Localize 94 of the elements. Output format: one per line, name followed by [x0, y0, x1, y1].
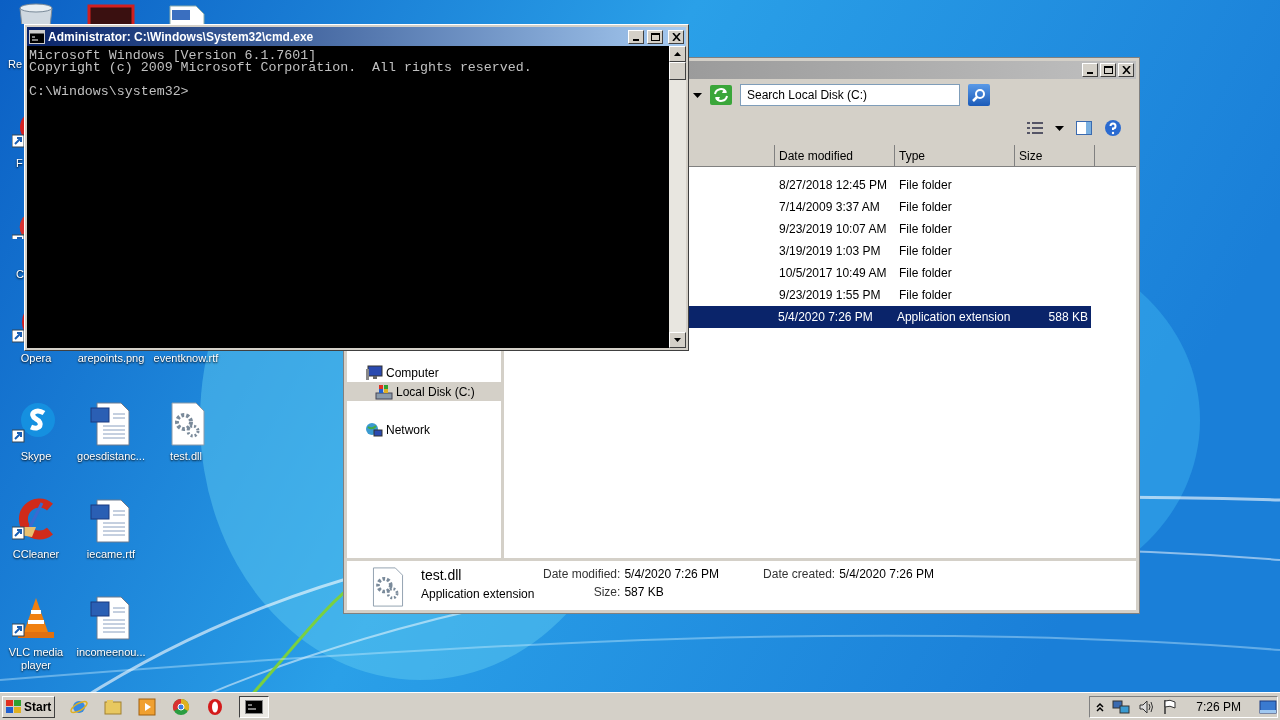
desktop-icon-label[interactable]: incomeenou... — [74, 646, 148, 659]
console-line: Copyright (c) 2009 Microsoft Corporation. All rights reserved. — [29, 62, 533, 74]
minimize-button[interactable] — [628, 29, 644, 44]
scroll-down-icon — [674, 338, 681, 342]
window-title: Administrator: C:\Windows\System32\cmd.exe — [48, 28, 315, 46]
network-icon — [365, 421, 383, 438]
console-icon — [29, 29, 45, 44]
close-icon — [1121, 66, 1131, 74]
maximize-button[interactable] — [1100, 63, 1116, 77]
desktop-icon-label[interactable]: goesdistanc... — [74, 450, 148, 463]
network-icon[interactable] — [1112, 698, 1131, 715]
nav-item-label: Computer — [386, 364, 439, 382]
search-button[interactable] — [968, 84, 990, 106]
file-row[interactable]: 7/14/2009 3:37 AM File folder — [687, 196, 1091, 218]
table-cell-text: 8/27/2018 12:45 PM — [778, 177, 889, 194]
maximize-button[interactable] — [647, 29, 663, 44]
desktop-icon-label[interactable]: C — [16, 268, 24, 281]
minimize-icon — [633, 38, 639, 41]
detail-value: 5/4/2020 7:26 PM — [839, 567, 934, 581]
file-row[interactable]: 10/5/2017 10:49 AM File folder — [687, 262, 1091, 284]
search-icon — [972, 88, 986, 102]
file-row[interactable]: 8/27/2018 12:45 PM File folder — [687, 174, 1091, 196]
desktop-icon-label[interactable]: arepoints.png — [74, 352, 148, 365]
console-line: Microsoft Windows [Version 6.1.7601] — [29, 50, 317, 62]
desktop-icon-label[interactable]: test.dll — [149, 450, 223, 463]
preview-pane-icon[interactable] — [1076, 121, 1092, 135]
table-cell-text: 5/4/2020 7:26 PM — [777, 309, 874, 326]
computer-icon — [365, 364, 383, 381]
desktop-icon-label[interactable]: Re — [8, 58, 23, 71]
search-field[interactable]: Search Local Disk (C:) — [740, 84, 960, 106]
close-button[interactable] — [668, 29, 684, 44]
scrollbar[interactable] — [669, 46, 686, 348]
table-cell-text: 588 KB — [1047, 309, 1089, 326]
dropdown-caret-icon[interactable] — [1055, 125, 1064, 131]
table-cell-text: File folder — [898, 287, 953, 304]
file-name: test.dll — [421, 567, 463, 583]
help-icon[interactable] — [1104, 119, 1122, 137]
desktop-icon-label[interactable]: eventknow.rtf — [149, 352, 223, 365]
minimize-button[interactable] — [1082, 63, 1098, 77]
refresh-icon[interactable] — [710, 85, 732, 105]
table-cell-text: Application extension — [895, 309, 1012, 326]
file-row[interactable]: 5/4/2020 7:26 PM Application extension 588 KB — [687, 306, 1091, 328]
scrollbar-thumb[interactable] — [669, 62, 686, 80]
desktop-icon-label[interactable]: iecame.rtf — [74, 548, 148, 561]
speaker-icon[interactable] — [1138, 698, 1155, 715]
column-header[interactable]: Date modified — [775, 145, 895, 167]
start-button[interactable]: Start — [2, 695, 56, 718]
detail-label: Size: — [592, 585, 621, 599]
console-prompt: C:\Windows\system32> — [29, 86, 190, 98]
file-row[interactable]: 9/23/2019 1:55 PM File folder — [687, 284, 1091, 306]
nav-item[interactable]: Network — [347, 420, 501, 439]
drive-icon — [375, 383, 393, 400]
gear-file-icon — [371, 567, 405, 607]
nav-item-label: Network — [386, 421, 430, 439]
file-row[interactable]: 9/23/2019 10:07 AM File folder — [687, 218, 1091, 240]
desktop-icon-label[interactable]: Opera — [0, 352, 73, 365]
desktop-icon-label[interactable]: Skype — [0, 450, 73, 463]
dropdown-caret-icon[interactable] — [693, 92, 702, 98]
column-header[interactable]: Size — [1015, 145, 1095, 167]
desktop-icon-label[interactable]: F — [16, 157, 23, 170]
table-cell-text: 9/23/2019 10:07 AM — [778, 221, 888, 238]
table-cell-text: 9/23/2019 1:55 PM — [778, 287, 882, 304]
close-icon — [671, 32, 681, 41]
desktop-icon-label[interactable]: CCleaner — [0, 548, 73, 561]
table-cell-text: File folder — [898, 199, 953, 216]
table-cell-text: File folder — [898, 221, 953, 238]
desktop-icon-label[interactable]: VLC media player — [0, 646, 73, 672]
media-player-icon[interactable] — [137, 696, 158, 717]
nav-item[interactable]: Local Disk (C:) — [347, 382, 501, 401]
detail-label: Date modified: — [543, 567, 621, 581]
detail-value: 5/4/2020 7:26 PM — [624, 567, 720, 581]
minimize-icon — [1087, 72, 1093, 74]
table-cell-text: File folder — [898, 265, 953, 282]
windows-logo-icon — [6, 699, 22, 714]
detail-value: 587 KB — [624, 585, 665, 599]
nav-item-label: Local Disk (C:) — [396, 383, 475, 401]
maximize-icon — [650, 32, 660, 41]
table-cell-text: 10/5/2017 10:49 AM — [778, 265, 888, 282]
table-cell-text: 7/14/2009 3:37 AM — [778, 199, 881, 216]
table-cell-text: File folder — [898, 243, 953, 260]
maximize-icon — [1103, 66, 1113, 74]
table-cell-text: File folder — [898, 177, 953, 194]
console-icon[interactable] — [239, 695, 270, 718]
column-header[interactable]: Type — [895, 145, 1015, 167]
show-desktop-icon[interactable] — [1259, 698, 1277, 715]
close-button[interactable] — [1118, 63, 1134, 77]
nav-item[interactable]: Computer — [347, 363, 501, 382]
flag-icon[interactable] — [1162, 698, 1179, 715]
view-list-icon[interactable] — [1027, 121, 1043, 135]
file-type: Application extension — [421, 586, 536, 603]
file-row[interactable]: 3/19/2019 1:03 PM File folder — [687, 240, 1091, 262]
table-cell-text: 3/19/2019 1:03 PM — [778, 243, 882, 260]
chevron-up-icon[interactable] — [1096, 701, 1105, 712]
detail-label: Date created: — [763, 567, 836, 581]
